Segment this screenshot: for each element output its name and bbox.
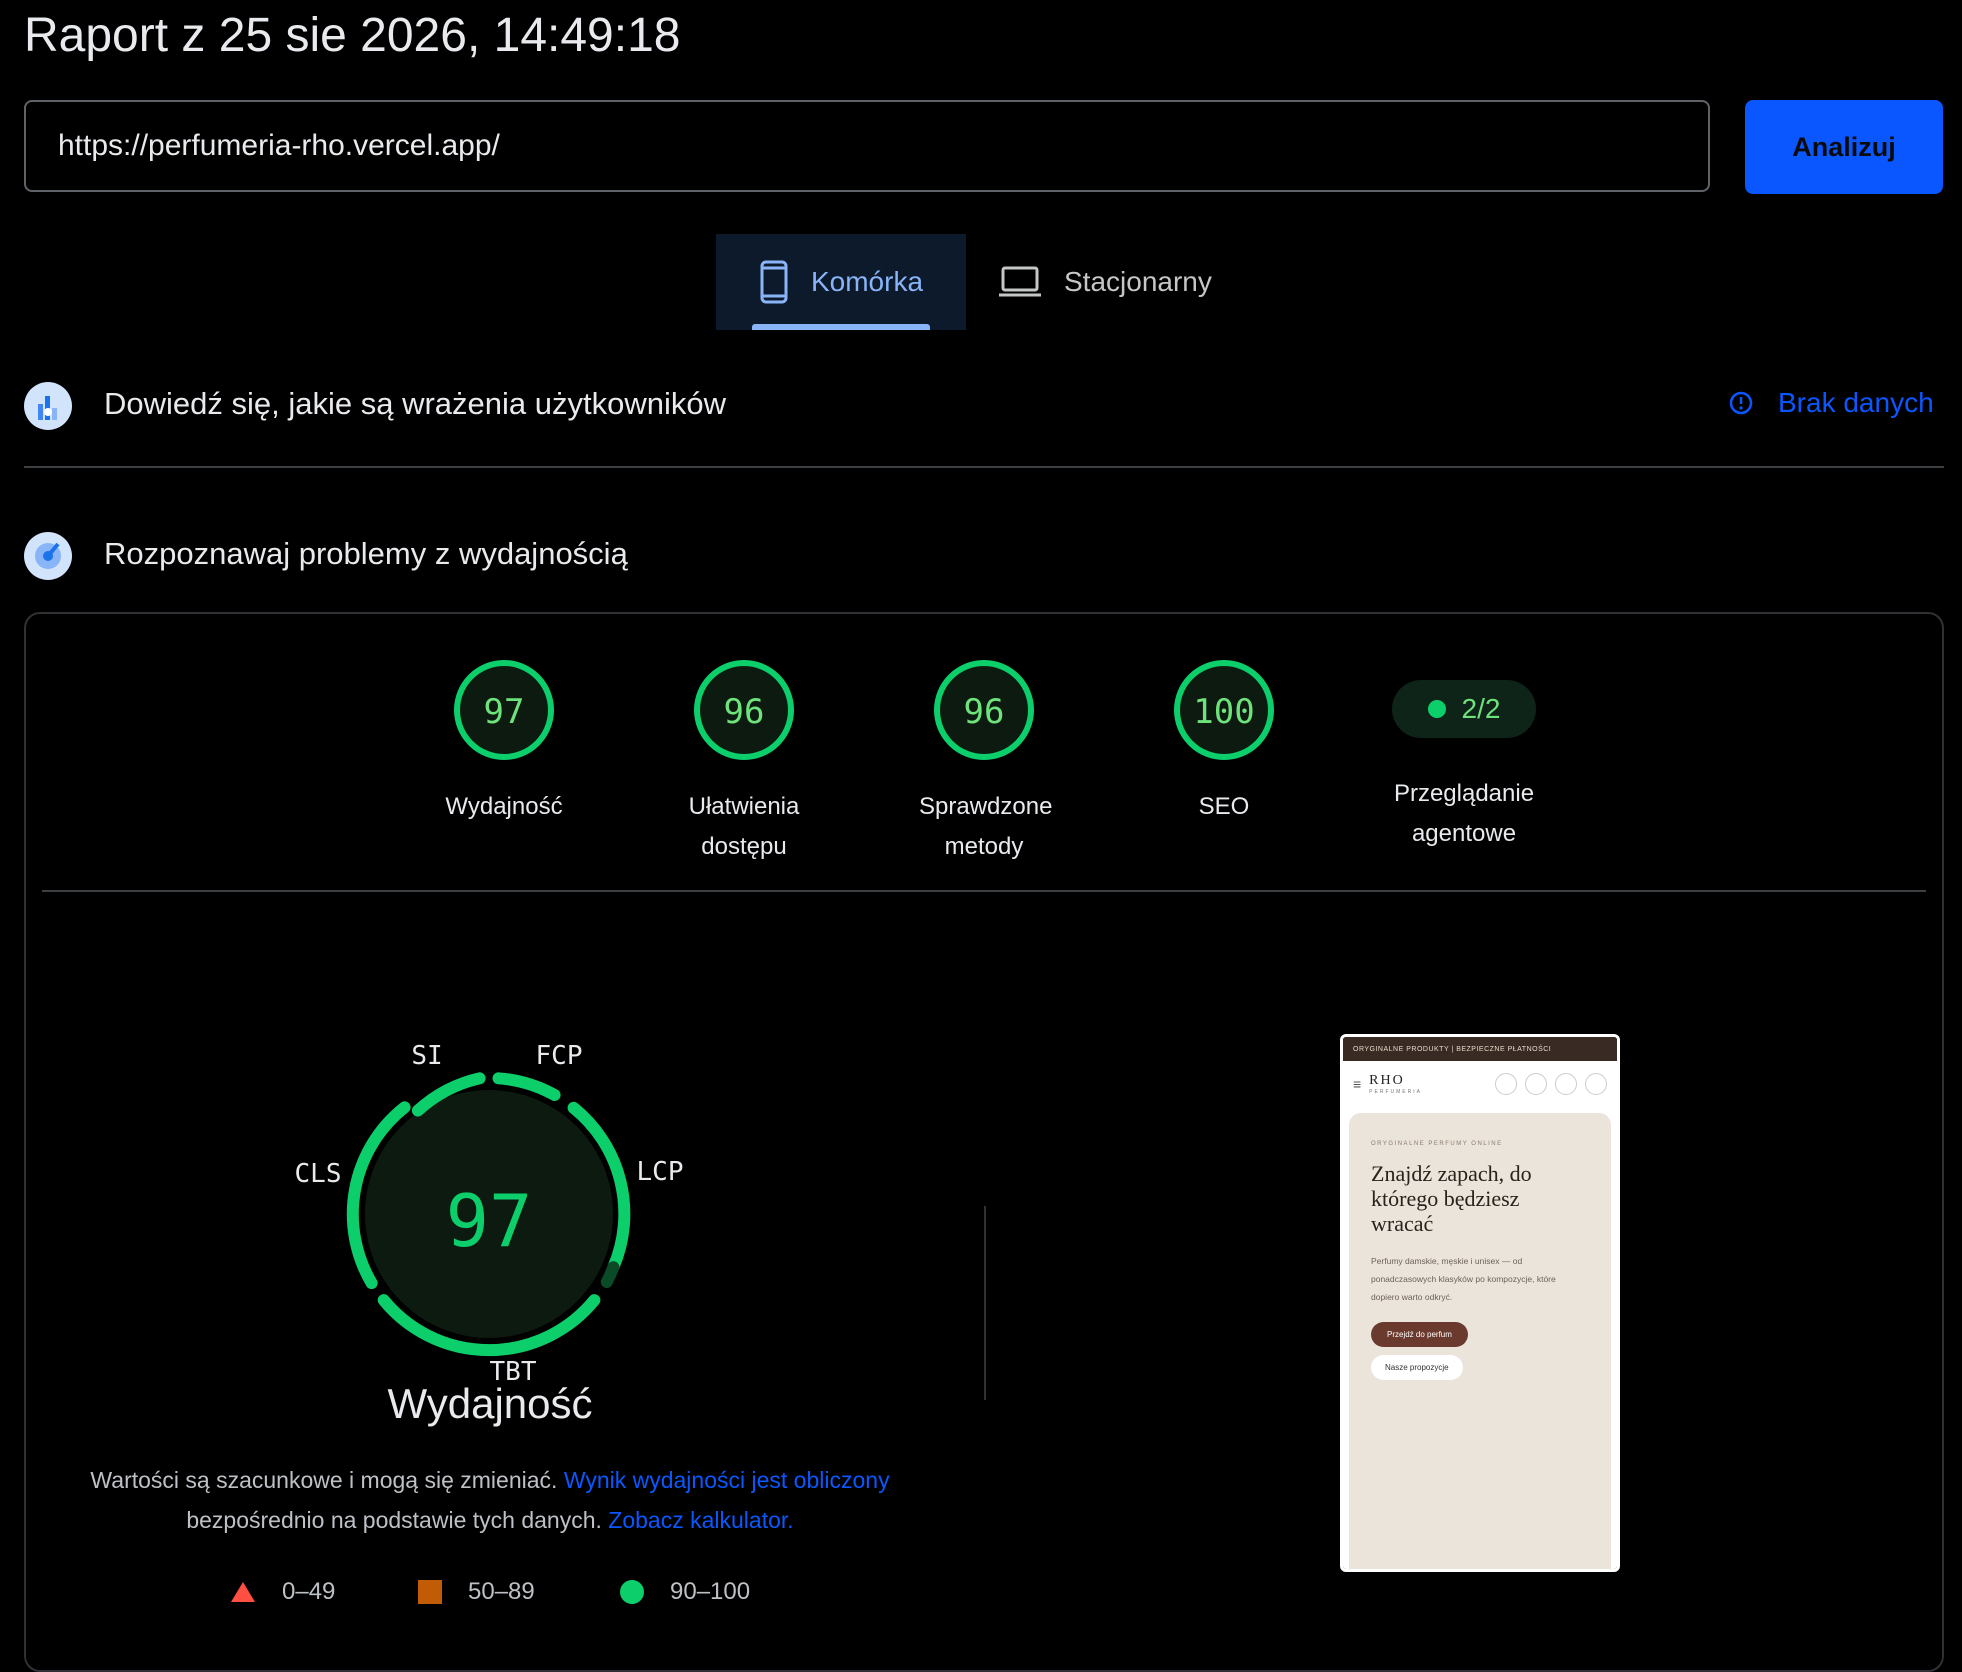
laptop-icon xyxy=(999,266,1041,297)
legend-good-label: 90–100 xyxy=(670,1578,751,1605)
cart-icon xyxy=(1585,1073,1607,1095)
agentic-value: 2/2 xyxy=(1461,693,1501,724)
fcp-label: FCP xyxy=(536,1041,583,1071)
score-value: 97 xyxy=(484,692,525,732)
score-gauge-seo[interactable]: 100 SEO xyxy=(1159,656,1289,827)
tab-mobile[interactable]: Komórka xyxy=(716,234,966,330)
section-divider xyxy=(24,466,1944,468)
circle-icon xyxy=(620,1580,644,1604)
report-title: Raport z 25 sie 2026, 14:49:18 xyxy=(24,9,681,62)
thumb-body-text: Perfumy damskie, męskie i unisex — od po… xyxy=(1371,1256,1556,1302)
thumb-body: ORYGINALNE PERFUMY ONLINE Znajdź zapach,… xyxy=(1343,1107,1617,1569)
no-data-label: Brak danych xyxy=(1778,387,1934,418)
menu-icon: ≡ xyxy=(1353,1076,1362,1092)
tab-mobile-label: Komórka xyxy=(810,266,924,297)
score-label: Sprawdzone xyxy=(919,793,1053,820)
field-section-title: Dowiedź się, jakie są wrażenia użytkowni… xyxy=(104,386,726,421)
tab-desktop-label: Stacjonarny xyxy=(1064,266,1212,297)
agentic-pill: 2/2 xyxy=(1392,680,1536,738)
lcp-remaining-arc xyxy=(600,1261,620,1288)
vertical-divider xyxy=(984,1206,986,1400)
legend-good: 90–100 xyxy=(620,1578,750,1606)
agentic-browsing-score[interactable]: 2/2 Przeglądanie agentowe xyxy=(1379,656,1549,854)
heart-icon xyxy=(1555,1073,1577,1095)
calculator-link[interactable]: Zobacz kalkulator. xyxy=(608,1507,793,1533)
lab-section-title: Rozpoznawaj problemy z wydajnością xyxy=(104,536,628,571)
gauge-ring: 96 xyxy=(694,660,794,760)
panel-divider xyxy=(42,890,1926,892)
score-value: 96 xyxy=(964,692,1005,732)
cls-label: CLS xyxy=(295,1159,342,1189)
score-label: Wydajność xyxy=(445,793,563,820)
legend-poor-label: 0–49 xyxy=(282,1578,336,1605)
score-gauge-best-practices[interactable]: 96 Sprawdzone metody xyxy=(919,656,1053,867)
gauge-ring: 100 xyxy=(1174,660,1274,760)
score-label-2: metody xyxy=(944,833,1024,860)
pass-dot-icon xyxy=(1427,700,1446,718)
note-text-2: bezpośrednio na podstawie tych danych. xyxy=(186,1507,609,1533)
thumb-hero: ORYGINALNE PERFUMY ONLINE Znajdź zapach,… xyxy=(1349,1113,1611,1569)
score-value: 100 xyxy=(1193,692,1254,732)
search-icon xyxy=(1495,1073,1517,1095)
diagnostics-icon xyxy=(24,532,72,580)
thumb-brand-sub: PERFUMERIA xyxy=(1369,1089,1422,1095)
url-field[interactable] xyxy=(24,100,1710,192)
gauge-ring: 97 xyxy=(454,660,554,760)
score-label-2: dostępu xyxy=(701,833,787,860)
tab-desktop[interactable]: Stacjonarny xyxy=(998,234,1212,330)
thumb-eyebrow: ORYGINALNE PERFUMY ONLINE xyxy=(1371,1141,1503,1147)
thumb-brand: RHO xyxy=(1369,1073,1405,1088)
score-label: SEO xyxy=(1198,793,1250,820)
performance-title: Wydajność xyxy=(387,1380,593,1427)
gauge-ring: 96 xyxy=(934,660,1034,760)
performance-score: 97 xyxy=(446,1179,533,1263)
no-data-link[interactable]: Brak danych xyxy=(1728,387,1934,419)
url-input[interactable] xyxy=(56,128,1708,164)
legend-poor: 0–49 xyxy=(230,1578,335,1606)
user-icon xyxy=(1525,1073,1547,1095)
info-icon xyxy=(1729,391,1753,415)
note-text-1: Wartości są szacunkowe i mogą się zmieni… xyxy=(90,1467,564,1493)
score-calculation-link[interactable]: Wynik wydajności jest obliczony xyxy=(564,1467,890,1493)
score-label: Ułatwienia xyxy=(688,793,800,820)
thumb-cta-primary: Przejdź do perfum xyxy=(1371,1322,1468,1347)
analyze-button[interactable]: Analizuj xyxy=(1745,100,1943,194)
si-label: SI xyxy=(411,1041,442,1071)
thumb-header: ≡ RHO PERFUMERIA xyxy=(1343,1061,1617,1107)
score-gauge-accessibility[interactable]: 96 Ułatwienia dostępu xyxy=(679,656,809,867)
score-value: 96 xyxy=(724,692,765,732)
page-screenshot-thumbnail[interactable]: ORYGINALNE PRODUKTY | BEZPIECZNE PŁATNOŚ… xyxy=(1340,1034,1620,1572)
thumb-headline: Znajdź zapach, do którego będziesz wraca… xyxy=(1371,1161,1532,1236)
thumb-cta-secondary: Nasze propozycje xyxy=(1371,1355,1463,1380)
estimate-note: Wartości są szacunkowe i mogą się zmieni… xyxy=(90,1460,890,1540)
performance-gauge[interactable]: 97 SI FCP LCP CLS TBT xyxy=(270,1034,710,1394)
legend-average-label: 50–89 xyxy=(468,1578,535,1605)
score-gauge-performance[interactable]: 97 Wydajność xyxy=(439,656,569,827)
smartphone-icon xyxy=(760,260,788,304)
agentic-label-2: agentowe xyxy=(1411,820,1517,847)
lcp-label: LCP xyxy=(637,1157,684,1187)
active-tab-indicator xyxy=(752,324,930,330)
agentic-label: Przeglądanie xyxy=(1393,780,1535,807)
users-chart-icon xyxy=(24,382,72,430)
legend-average: 50–89 xyxy=(418,1578,535,1606)
triangle-icon xyxy=(231,1582,255,1602)
thumb-topbar: ORYGINALNE PRODUKTY | BEZPIECZNE PŁATNOŚ… xyxy=(1343,1037,1617,1061)
square-icon xyxy=(418,1580,442,1604)
